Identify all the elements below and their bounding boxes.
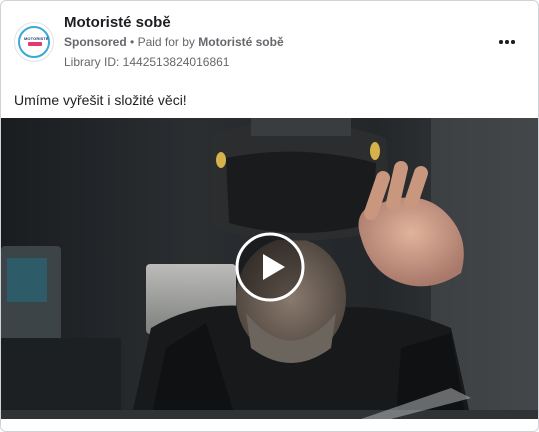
sponsored-label: Sponsored [64,35,127,49]
card-footer-gap [1,419,538,431]
ad-header: MOTORISTÉ Motoristé sobě Sponsored • Pai… [1,1,538,81]
more-options-button[interactable] [493,31,521,53]
sponsored-line: Sponsored • Paid for by Motoristé sobě [64,35,284,49]
more-horizontal-icon-dot [505,40,509,44]
meta-separator: • [130,35,135,49]
paid-for-prefix: Paid for by [137,35,195,49]
library-id: Library ID: 1442513824016861 [64,55,230,69]
play-icon [235,232,305,302]
page-name-link[interactable]: Motoristé sobě [64,14,171,31]
ad-body-text: Umíme vyřešit i složité věci! [14,92,187,108]
video-player[interactable] [1,118,538,419]
avatar-logo-bar [28,42,42,46]
ad-card: MOTORISTÉ Motoristé sobě Sponsored • Pai… [0,0,539,432]
paid-for-name[interactable]: Motoristé sobě [198,35,283,49]
avatar-logo-text: MOTORISTÉ [24,36,49,41]
play-button[interactable] [235,232,305,302]
more-horizontal-icon-dot [511,40,515,44]
page-avatar[interactable]: MOTORISTÉ [14,22,54,62]
more-horizontal-icon [499,40,503,44]
